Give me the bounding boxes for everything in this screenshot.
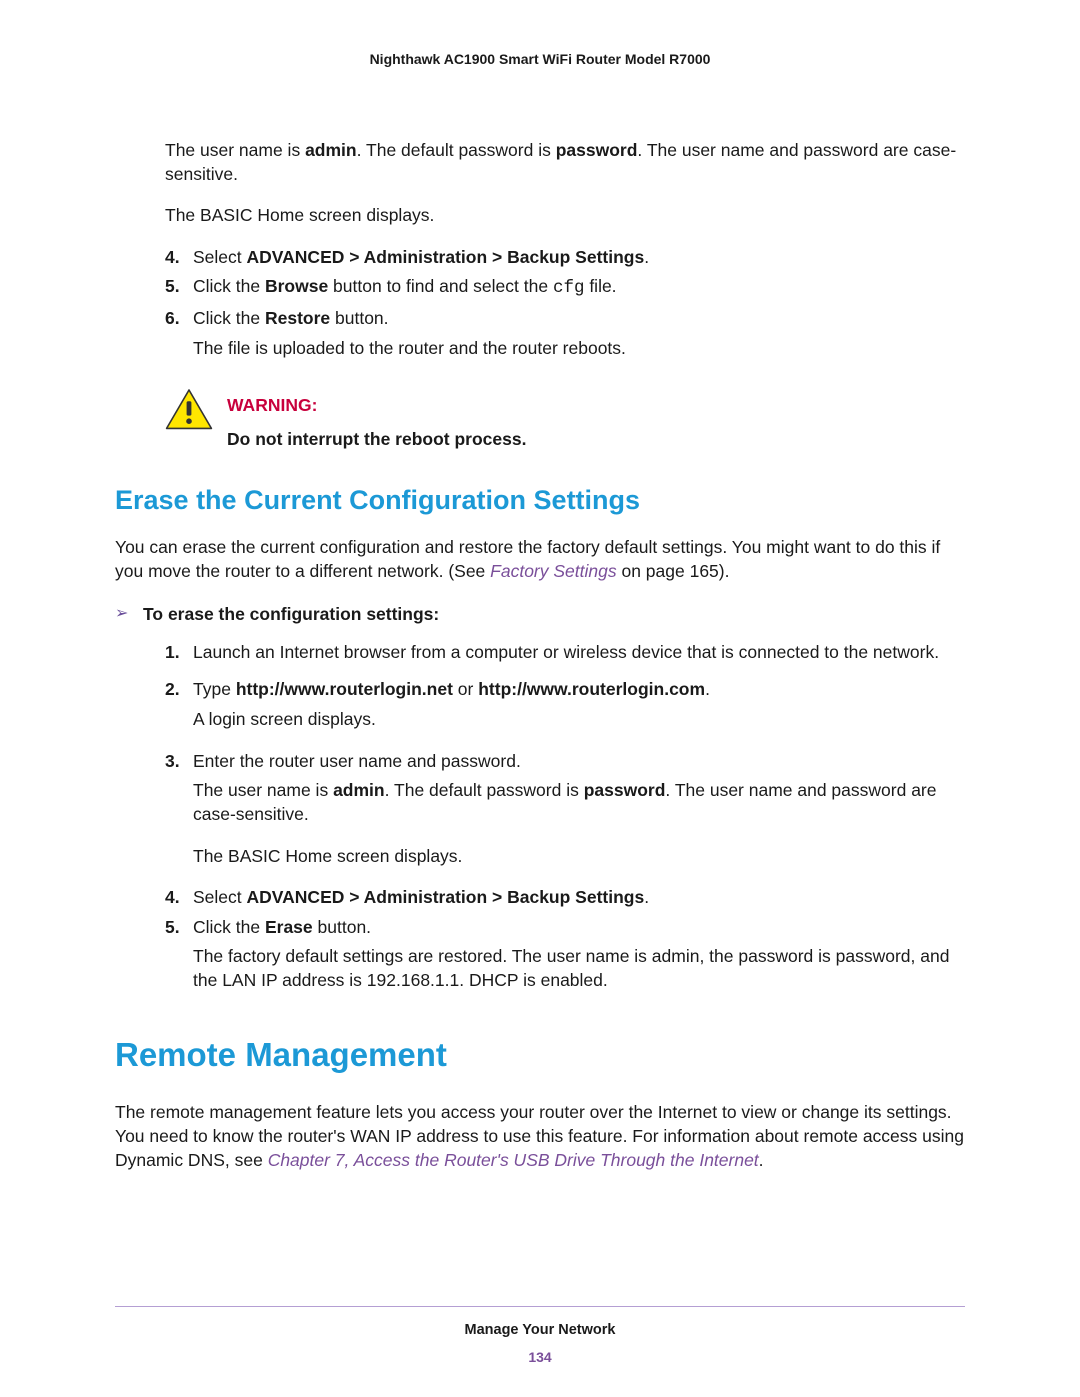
step-body: Launch an Internet browser from a comput… <box>193 641 965 665</box>
text: button. <box>313 917 371 937</box>
step-6-sub: The file is uploaded to the router and t… <box>193 337 965 361</box>
text: or <box>453 679 478 699</box>
chevron-icon: ➢ <box>115 603 143 627</box>
text-bold: http://www.routerlogin.net <box>236 679 453 699</box>
link-factory-settings[interactable]: Factory Settings <box>490 561 616 581</box>
step-4: 4. Select ADVANCED > Administration > Ba… <box>165 246 965 270</box>
text-mono: cfg <box>553 278 585 298</box>
step-b5: 5. Click the Erase button. <box>165 916 965 940</box>
warning-label: WARNING: <box>227 394 526 418</box>
text: . <box>644 247 649 267</box>
steps-block-a: 4. Select ADVANCED > Administration > Ba… <box>165 246 965 361</box>
step-b2: 2. Type http://www.routerlogin.net or ht… <box>165 678 965 702</box>
text: file. <box>584 276 616 296</box>
text: . <box>644 887 649 907</box>
intro-block: The user name is admin. The default pass… <box>165 139 965 228</box>
warning-block: WARNING: Do not interrupt the reboot pro… <box>165 388 965 451</box>
text-bold: password <box>584 780 666 800</box>
text: Click the <box>193 276 265 296</box>
intro-paragraph-1: The user name is admin. The default pass… <box>165 139 965 186</box>
step-body: Type http://www.routerlogin.net or http:… <box>193 678 965 702</box>
text-bold: Browse <box>265 276 328 296</box>
step-number: 5. <box>165 275 193 301</box>
text-bold: http://www.routerlogin.com <box>478 679 705 699</box>
warning-text: WARNING: Do not interrupt the reboot pro… <box>227 394 526 451</box>
step-b3: 3. Enter the router user name and passwo… <box>165 750 965 774</box>
document-page: Nighthawk AC1900 Smart WiFi Router Model… <box>0 0 1080 1397</box>
step-5: 5. Click the Browse button to find and s… <box>165 275 965 301</box>
text: The user name is <box>165 140 305 160</box>
text-bold: admin <box>305 140 357 160</box>
step-number: 5. <box>165 916 193 940</box>
text-bold: Restore <box>265 308 330 328</box>
text-bold: ADVANCED > Administration > Backup Setti… <box>247 247 645 267</box>
remote-paragraph: The remote management feature lets you a… <box>115 1101 965 1172</box>
heading-erase: Erase the Current Configuration Settings <box>115 482 965 518</box>
step-number: 1. <box>165 641 193 665</box>
page-footer: Manage Your Network 134 <box>115 1306 965 1367</box>
step-b3-sub2: The BASIC Home screen displays. <box>193 845 965 869</box>
intro-paragraph-2: The BASIC Home screen displays. <box>165 204 965 228</box>
task-heading: ➢ To erase the configuration settings: <box>115 603 965 627</box>
text-bold: ADVANCED > Administration > Backup Setti… <box>247 887 645 907</box>
text: Click the <box>193 917 265 937</box>
step-number: 4. <box>165 246 193 270</box>
text: Select <box>193 247 247 267</box>
document-header: Nighthawk AC1900 Smart WiFi Router Model… <box>115 50 965 69</box>
text-bold: Erase <box>265 917 313 937</box>
footer-rule <box>115 1306 965 1307</box>
text-bold: password <box>556 140 638 160</box>
step-b5-sub: The factory default settings are restore… <box>193 945 965 992</box>
step-number: 6. <box>165 307 193 331</box>
step-b1: 1. Launch an Internet browser from a com… <box>165 641 965 665</box>
step-number: 2. <box>165 678 193 702</box>
erase-intro: You can erase the current configuration … <box>115 536 965 583</box>
step-body: Click the Restore button. <box>193 307 965 331</box>
text: The user name is <box>193 780 333 800</box>
steps-block-b: 1. Launch an Internet browser from a com… <box>165 641 965 993</box>
step-body: Click the Erase button. <box>193 916 965 940</box>
warning-body: Do not interrupt the reboot process. <box>227 428 526 452</box>
text: . <box>705 679 710 699</box>
step-b2-sub: A login screen displays. <box>193 708 965 732</box>
warning-box: WARNING: Do not interrupt the reboot pro… <box>165 388 965 451</box>
step-body: Select ADVANCED > Administration > Backu… <box>193 246 965 270</box>
step-body: Select ADVANCED > Administration > Backu… <box>193 886 965 910</box>
text: on page 165). <box>617 561 730 581</box>
task-title: To erase the configuration settings: <box>143 603 439 627</box>
text: . The default password is <box>357 140 556 160</box>
text: Select <box>193 887 247 907</box>
text: Click the <box>193 308 265 328</box>
text: Type <box>193 679 236 699</box>
step-number: 4. <box>165 886 193 910</box>
link-chapter-7[interactable]: Chapter 7, Access the Router's USB Drive… <box>268 1150 759 1170</box>
text: button. <box>330 308 388 328</box>
footer-title: Manage Your Network <box>115 1321 965 1341</box>
text-bold: admin <box>333 780 385 800</box>
step-number: 3. <box>165 750 193 774</box>
text: . The default password is <box>385 780 584 800</box>
step-6: 6. Click the Restore button. <box>165 307 965 331</box>
heading-remote-management: Remote Management <box>115 1033 965 1078</box>
text: button to find and select the <box>328 276 553 296</box>
footer-page-number: 134 <box>115 1348 965 1367</box>
warning-icon <box>165 388 217 439</box>
step-b3-sub1: The user name is admin. The default pass… <box>193 779 965 826</box>
text: . <box>759 1150 764 1170</box>
step-b4: 4. Select ADVANCED > Administration > Ba… <box>165 886 965 910</box>
step-body: Click the Browse button to find and sele… <box>193 275 965 301</box>
step-body: Enter the router user name and password. <box>193 750 965 774</box>
